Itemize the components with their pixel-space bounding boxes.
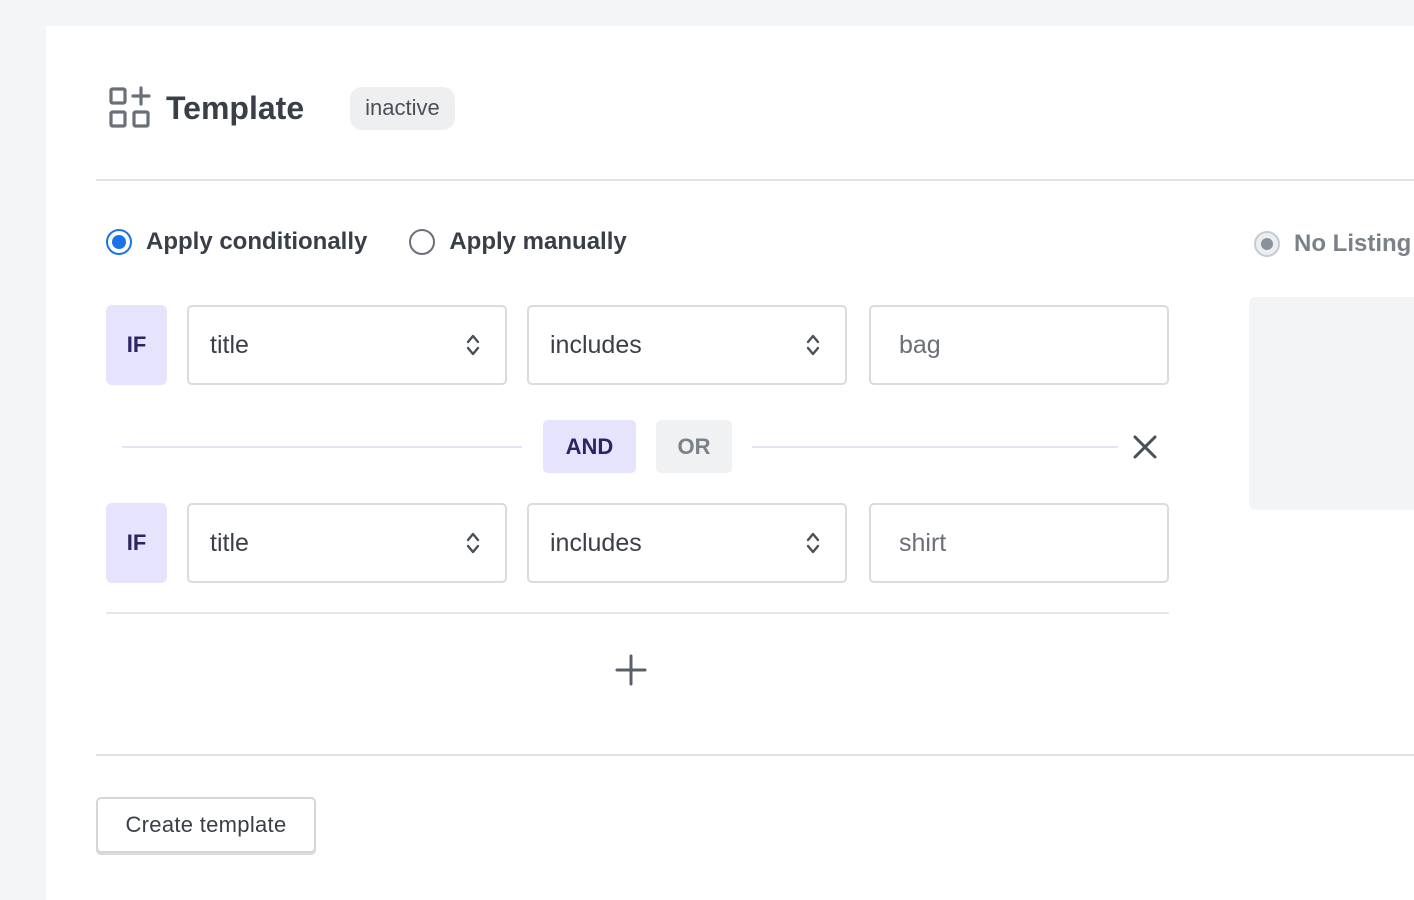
page-title: Template xyxy=(166,89,305,126)
field-select[interactable]: title xyxy=(187,503,507,583)
logic-connector: AND OR xyxy=(122,420,1172,474)
chevron-up-down-icon xyxy=(466,334,480,356)
operator-select-value: includes xyxy=(550,528,642,557)
close-icon[interactable] xyxy=(1133,435,1157,459)
rules-divider xyxy=(106,612,1169,614)
apply-conditionally-option[interactable]: Apply conditionally xyxy=(106,228,367,256)
apply-conditionally-label: Apply conditionally xyxy=(146,228,368,255)
apply-manually-label: Apply manually xyxy=(449,228,627,255)
connector-line xyxy=(122,446,522,448)
create-template-button[interactable]: Create template xyxy=(96,797,316,853)
rule-row: IF title includes xyxy=(106,305,1169,385)
no-listing-label: No Listing xyxy=(1294,230,1412,257)
operator-select[interactable]: includes xyxy=(527,305,847,385)
and-button[interactable]: AND xyxy=(543,420,636,473)
header-divider xyxy=(96,179,1414,181)
or-button[interactable]: OR xyxy=(656,420,732,473)
apply-manually-option[interactable]: Apply manually xyxy=(409,228,627,256)
template-grid-add-icon xyxy=(109,86,151,128)
value-input[interactable] xyxy=(869,305,1169,385)
apply-manually-radio[interactable] xyxy=(409,229,436,255)
template-panel: Template inactive Apply conditionally Ap… xyxy=(46,26,1414,900)
footer-divider xyxy=(96,754,1414,756)
no-listing-option: No Listing xyxy=(1254,230,1411,258)
operator-select[interactable]: includes xyxy=(527,503,847,583)
field-select-value: title xyxy=(210,330,249,359)
if-badge: IF xyxy=(106,305,167,385)
header: Template inactive xyxy=(108,86,455,130)
chevron-up-down-icon xyxy=(806,532,820,554)
no-listing-radio xyxy=(1254,231,1280,257)
if-badge: IF xyxy=(106,503,167,583)
status-badge: inactive xyxy=(350,86,455,130)
connector-line xyxy=(752,446,1118,448)
operator-select-value: includes xyxy=(550,330,642,359)
field-select-value: title xyxy=(210,528,249,557)
preview-box xyxy=(1249,297,1414,510)
apply-mode-group: Apply conditionally Apply manually xyxy=(106,228,627,256)
chevron-up-down-icon xyxy=(466,532,480,554)
plus-icon[interactable] xyxy=(614,653,648,687)
field-select[interactable]: title xyxy=(187,305,507,385)
chevron-up-down-icon xyxy=(806,334,820,356)
rule-row: IF title includes xyxy=(106,503,1169,583)
apply-conditionally-radio[interactable] xyxy=(106,229,132,255)
value-input[interactable] xyxy=(869,503,1169,583)
